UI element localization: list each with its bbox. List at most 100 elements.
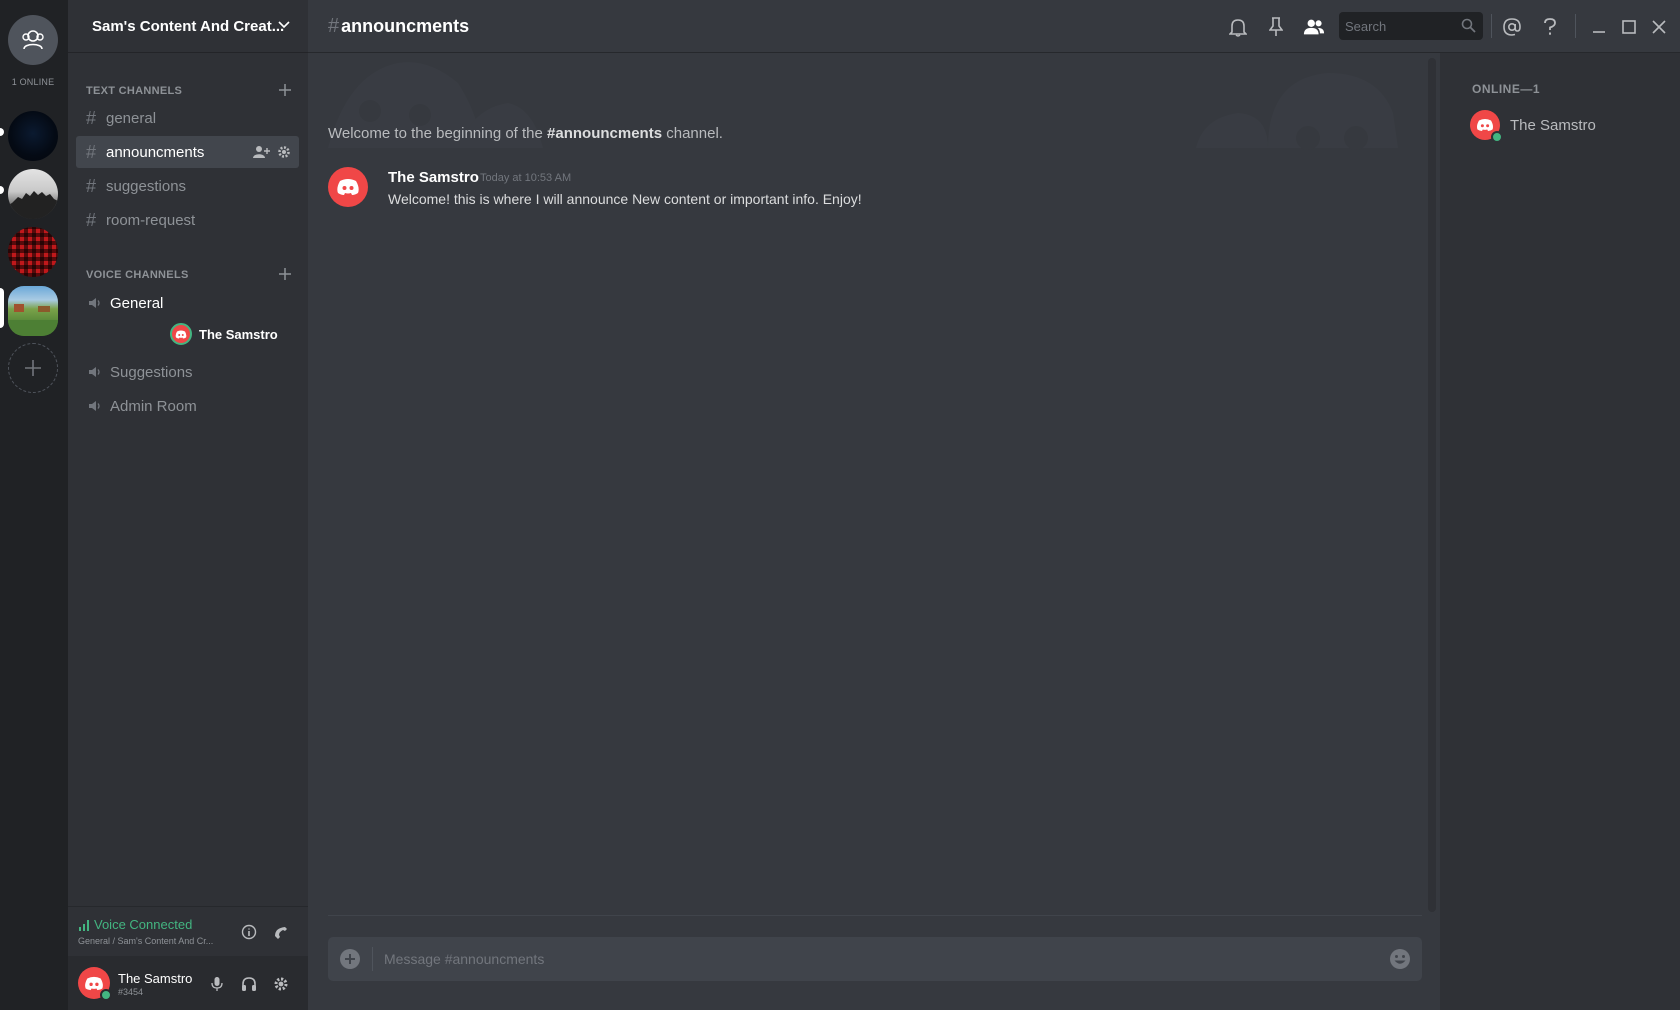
user-panel: The Samstro #3454 <box>68 956 308 1010</box>
disconnect-button[interactable] <box>272 923 290 941</box>
username: The Samstro <box>118 971 193 986</box>
emoji-picker-icon[interactable] <box>1389 948 1411 970</box>
speaker-icon <box>88 400 102 412</box>
add-server-button[interactable] <box>8 343 58 393</box>
channel-room-request[interactable]: # room-request <box>76 204 299 236</box>
message-input[interactable] <box>384 949 1344 969</box>
member-item[interactable]: The Samstro <box>1470 108 1596 143</box>
hash-icon: # <box>86 141 97 162</box>
voice-status: Voice Connected <box>78 917 192 932</box>
close-window-button[interactable] <box>1648 16 1670 38</box>
headphones-icon <box>242 977 256 991</box>
maximize-icon <box>1622 20 1636 34</box>
message-scrollbar[interactable] <box>1428 58 1436 912</box>
create-voice-channel-plus-icon[interactable] <box>278 267 292 281</box>
message-list[interactable]: Welcome to the beginning of the #announc… <box>308 53 1438 913</box>
discord-logo-icon <box>1477 119 1493 131</box>
info-icon <box>241 924 257 940</box>
channel-name: general <box>106 109 157 127</box>
search-box <box>1339 12 1483 40</box>
divider <box>372 947 373 971</box>
plus-icon <box>25 360 41 376</box>
chevron-down-icon <box>278 21 290 29</box>
discord-logo-icon <box>175 330 187 338</box>
channel-title-text: announcments <box>341 16 470 36</box>
divider <box>1491 14 1492 38</box>
server-icon-plaid[interactable] <box>8 227 58 277</box>
channel-general[interactable]: # general <box>76 102 299 134</box>
minimize-window-button[interactable] <box>1588 16 1610 38</box>
selected-server-indicator <box>0 288 4 328</box>
channel-name: room-request <box>106 211 196 229</box>
user-settings-button[interactable] <box>272 975 290 993</box>
channel-settings-gear-icon[interactable] <box>277 145 291 159</box>
invite-user-icon[interactable] <box>253 145 271 159</box>
channel-title: # announcments <box>328 15 469 38</box>
server-icon-sams-content[interactable] <box>8 286 58 336</box>
notification-settings-button[interactable] <box>1227 16 1249 38</box>
upload-plus-icon[interactable] <box>339 948 361 970</box>
voice-channels-category[interactable]: VOICE CHANNELS <box>86 269 189 281</box>
landscape-image <box>8 304 58 336</box>
channel-welcome-text: Welcome to the beginning of the #announc… <box>328 125 723 142</box>
member-list-toggle[interactable] <box>1303 16 1325 38</box>
disconnect-phone-icon <box>275 927 287 939</box>
pin-icon <box>1269 17 1283 36</box>
mute-button[interactable] <box>208 975 226 993</box>
maximize-window-button[interactable] <box>1618 16 1640 38</box>
voice-channel-admin-room[interactable]: Admin Room <box>76 390 299 422</box>
welcome-prefix: Welcome to the beginning of the <box>328 125 548 142</box>
search-input[interactable] <box>1345 17 1455 35</box>
microphone-icon <box>211 977 223 991</box>
voice-channel-name: General <box>110 294 164 312</box>
channel-name: announcments <box>106 143 205 161</box>
search-icon <box>1461 18 1476 33</box>
voice-channel-name: Admin Room <box>110 397 197 415</box>
welcome-suffix: channel. <box>662 125 723 142</box>
speaker-icon <box>88 366 102 378</box>
message-author[interactable]: The Samstro <box>388 169 479 186</box>
avatar <box>170 323 192 345</box>
signal-strength-icon <box>79 919 89 931</box>
bell-icon <box>1229 19 1247 37</box>
message-avatar[interactable] <box>328 167 368 207</box>
channel-sidebar: Sam's Content And Creat... TEXT CHANNELS… <box>68 0 308 1010</box>
user-avatar[interactable] <box>78 967 112 1001</box>
member-name: The Samstro <box>1510 116 1596 134</box>
hash-icon: # <box>86 209 97 230</box>
divider <box>1575 14 1576 38</box>
connection-info-button[interactable] <box>240 923 258 941</box>
user-tag: #3454 <box>118 987 144 997</box>
text-channels-category[interactable]: TEXT CHANNELS <box>86 85 182 97</box>
pinned-messages-button[interactable] <box>1265 16 1287 38</box>
message-composer <box>328 937 1422 981</box>
voice-user-name: The Samstro <box>199 326 278 342</box>
create-text-channel-plus-icon[interactable] <box>278 83 292 97</box>
voice-channel-name: Suggestions <box>110 363 193 381</box>
voice-user-the-samstro[interactable]: The Samstro <box>170 322 278 346</box>
channel-suggestions[interactable]: # suggestions <box>76 170 299 202</box>
help-button[interactable] <box>1539 16 1561 38</box>
silhouette-image <box>8 191 58 219</box>
voice-channel-general[interactable]: General <box>76 287 299 319</box>
server-icon-dark[interactable] <box>8 111 58 161</box>
deafen-button[interactable] <box>240 975 258 993</box>
mentions-button[interactable] <box>1501 16 1523 38</box>
channel-announcments[interactable]: # announcments <box>76 136 299 168</box>
online-status-dot <box>1491 131 1503 143</box>
message-timestamp: Today at 10:53 AM <box>480 172 572 184</box>
voice-channel-suggestions[interactable]: Suggestions <box>76 356 299 388</box>
voice-connection-panel: Voice Connected General / Sam's Content … <box>68 906 308 956</box>
close-icon <box>1652 20 1666 34</box>
member-group-header: ONLINE—1 <box>1472 82 1541 96</box>
server-name: Sam's Content And Creat... <box>92 17 285 35</box>
avatar <box>1470 110 1503 143</box>
online-status-dot <box>100 989 112 1001</box>
server-icon-silhouette[interactable] <box>8 169 58 219</box>
online-count: 1 ONLINE <box>11 77 55 87</box>
member-list: ONLINE—1 The Samstro <box>1440 53 1680 1010</box>
unread-indicator <box>0 128 4 136</box>
speaker-icon <box>88 297 102 309</box>
server-header[interactable]: Sam's Content And Creat... <box>68 0 308 52</box>
friends-home-button[interactable] <box>8 15 58 65</box>
